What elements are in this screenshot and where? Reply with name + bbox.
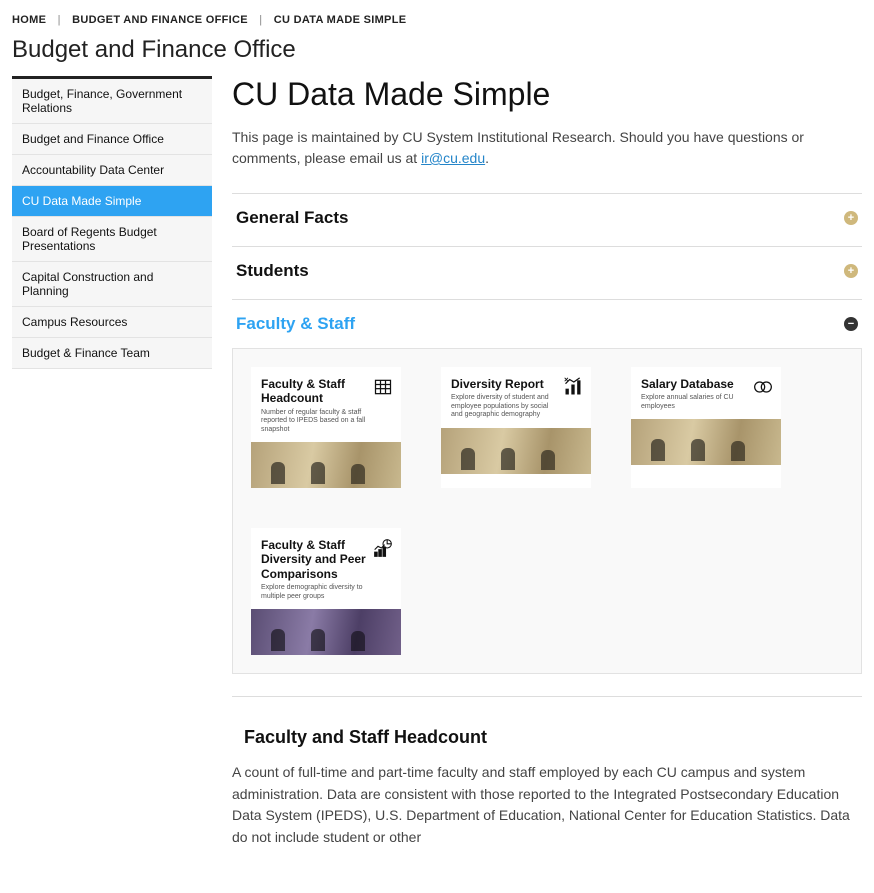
page-title: Budget and Finance Office (12, 36, 862, 64)
subsection-heading: Faculty and Staff Headcount (244, 727, 862, 748)
accordion-title: General Facts (236, 208, 348, 228)
sidebar-item-3[interactable]: CU Data Made Simple (12, 186, 212, 217)
breadcrumb-section[interactable]: BUDGET AND FINANCE OFFICE (72, 14, 248, 26)
card-image (631, 419, 781, 465)
sidebar-item-1[interactable]: Budget and Finance Office (12, 124, 212, 155)
collapse-minus-icon: − (844, 317, 858, 331)
accordion-faculty-staff[interactable]: Faculty & Staff − (232, 299, 862, 348)
contact-email-link[interactable]: ir@cu.edu (421, 150, 485, 166)
pie-bar-icon (373, 538, 393, 558)
breadcrumb: HOME | BUDGET AND FINANCE OFFICE | CU DA… (12, 14, 862, 26)
intro-text: This page is maintained by CU System Ins… (232, 127, 862, 169)
card-image (251, 442, 401, 488)
sidebar-item-5[interactable]: Capital Construction and Planning (12, 262, 212, 307)
main-heading: CU Data Made Simple (232, 76, 862, 113)
card-title: Diversity Report (451, 377, 581, 391)
card-faculty-staff-diversity-peer[interactable]: Faculty & Staff Diversity and Peer Compa… (251, 528, 401, 655)
sidebar-nav: Budget, Finance, Government RelationsBud… (12, 76, 212, 853)
card-title: Faculty & Staff Diversity and Peer Compa… (261, 538, 391, 581)
subsection-body: A count of full-time and part-time facul… (232, 762, 862, 849)
card-salary-database[interactable]: Salary Database Explore annual salaries … (631, 367, 781, 488)
card-diversity-report[interactable]: Diversity Report Explore diversity of st… (441, 367, 591, 488)
card-desc: Explore diversity of student and employe… (451, 394, 581, 419)
expand-plus-icon: + (844, 211, 858, 225)
card-desc: Explore demographic diversity to multipl… (261, 584, 391, 601)
sidebar-item-7[interactable]: Budget & Finance Team (12, 338, 212, 369)
card-title: Faculty & Staff Headcount (261, 377, 391, 406)
sidebar-item-4[interactable]: Board of Regents Budget Presentations (12, 217, 212, 262)
bar-chart-icon (563, 377, 583, 397)
accordion-students[interactable]: Students + (232, 246, 862, 295)
card-desc: Explore annual salaries of CU employees (641, 394, 771, 411)
breadcrumb-current: CU DATA MADE SIMPLE (274, 14, 407, 26)
coins-icon (753, 377, 773, 397)
card-faculty-staff-headcount[interactable]: Faculty & Staff Headcount Number of regu… (251, 367, 401, 488)
accordion-title: Students (236, 261, 309, 281)
accordion-title: Faculty & Staff (236, 314, 355, 334)
breadcrumb-home[interactable]: HOME (12, 14, 46, 26)
expand-plus-icon: + (844, 264, 858, 278)
breadcrumb-sep: | (58, 14, 61, 26)
card-grid: Faculty & Staff Headcount Number of regu… (232, 348, 862, 674)
table-icon (373, 377, 393, 397)
sidebar-item-6[interactable]: Campus Resources (12, 307, 212, 338)
card-image (441, 428, 591, 474)
sidebar-item-2[interactable]: Accountability Data Center (12, 155, 212, 186)
breadcrumb-sep: | (259, 14, 262, 26)
accordion-general-facts[interactable]: General Facts + (232, 193, 862, 242)
card-desc: Number of regular faculty & staff report… (261, 409, 391, 434)
card-image (251, 609, 401, 655)
sidebar-item-0[interactable]: Budget, Finance, Government Relations (12, 79, 212, 124)
card-title: Salary Database (641, 377, 771, 391)
